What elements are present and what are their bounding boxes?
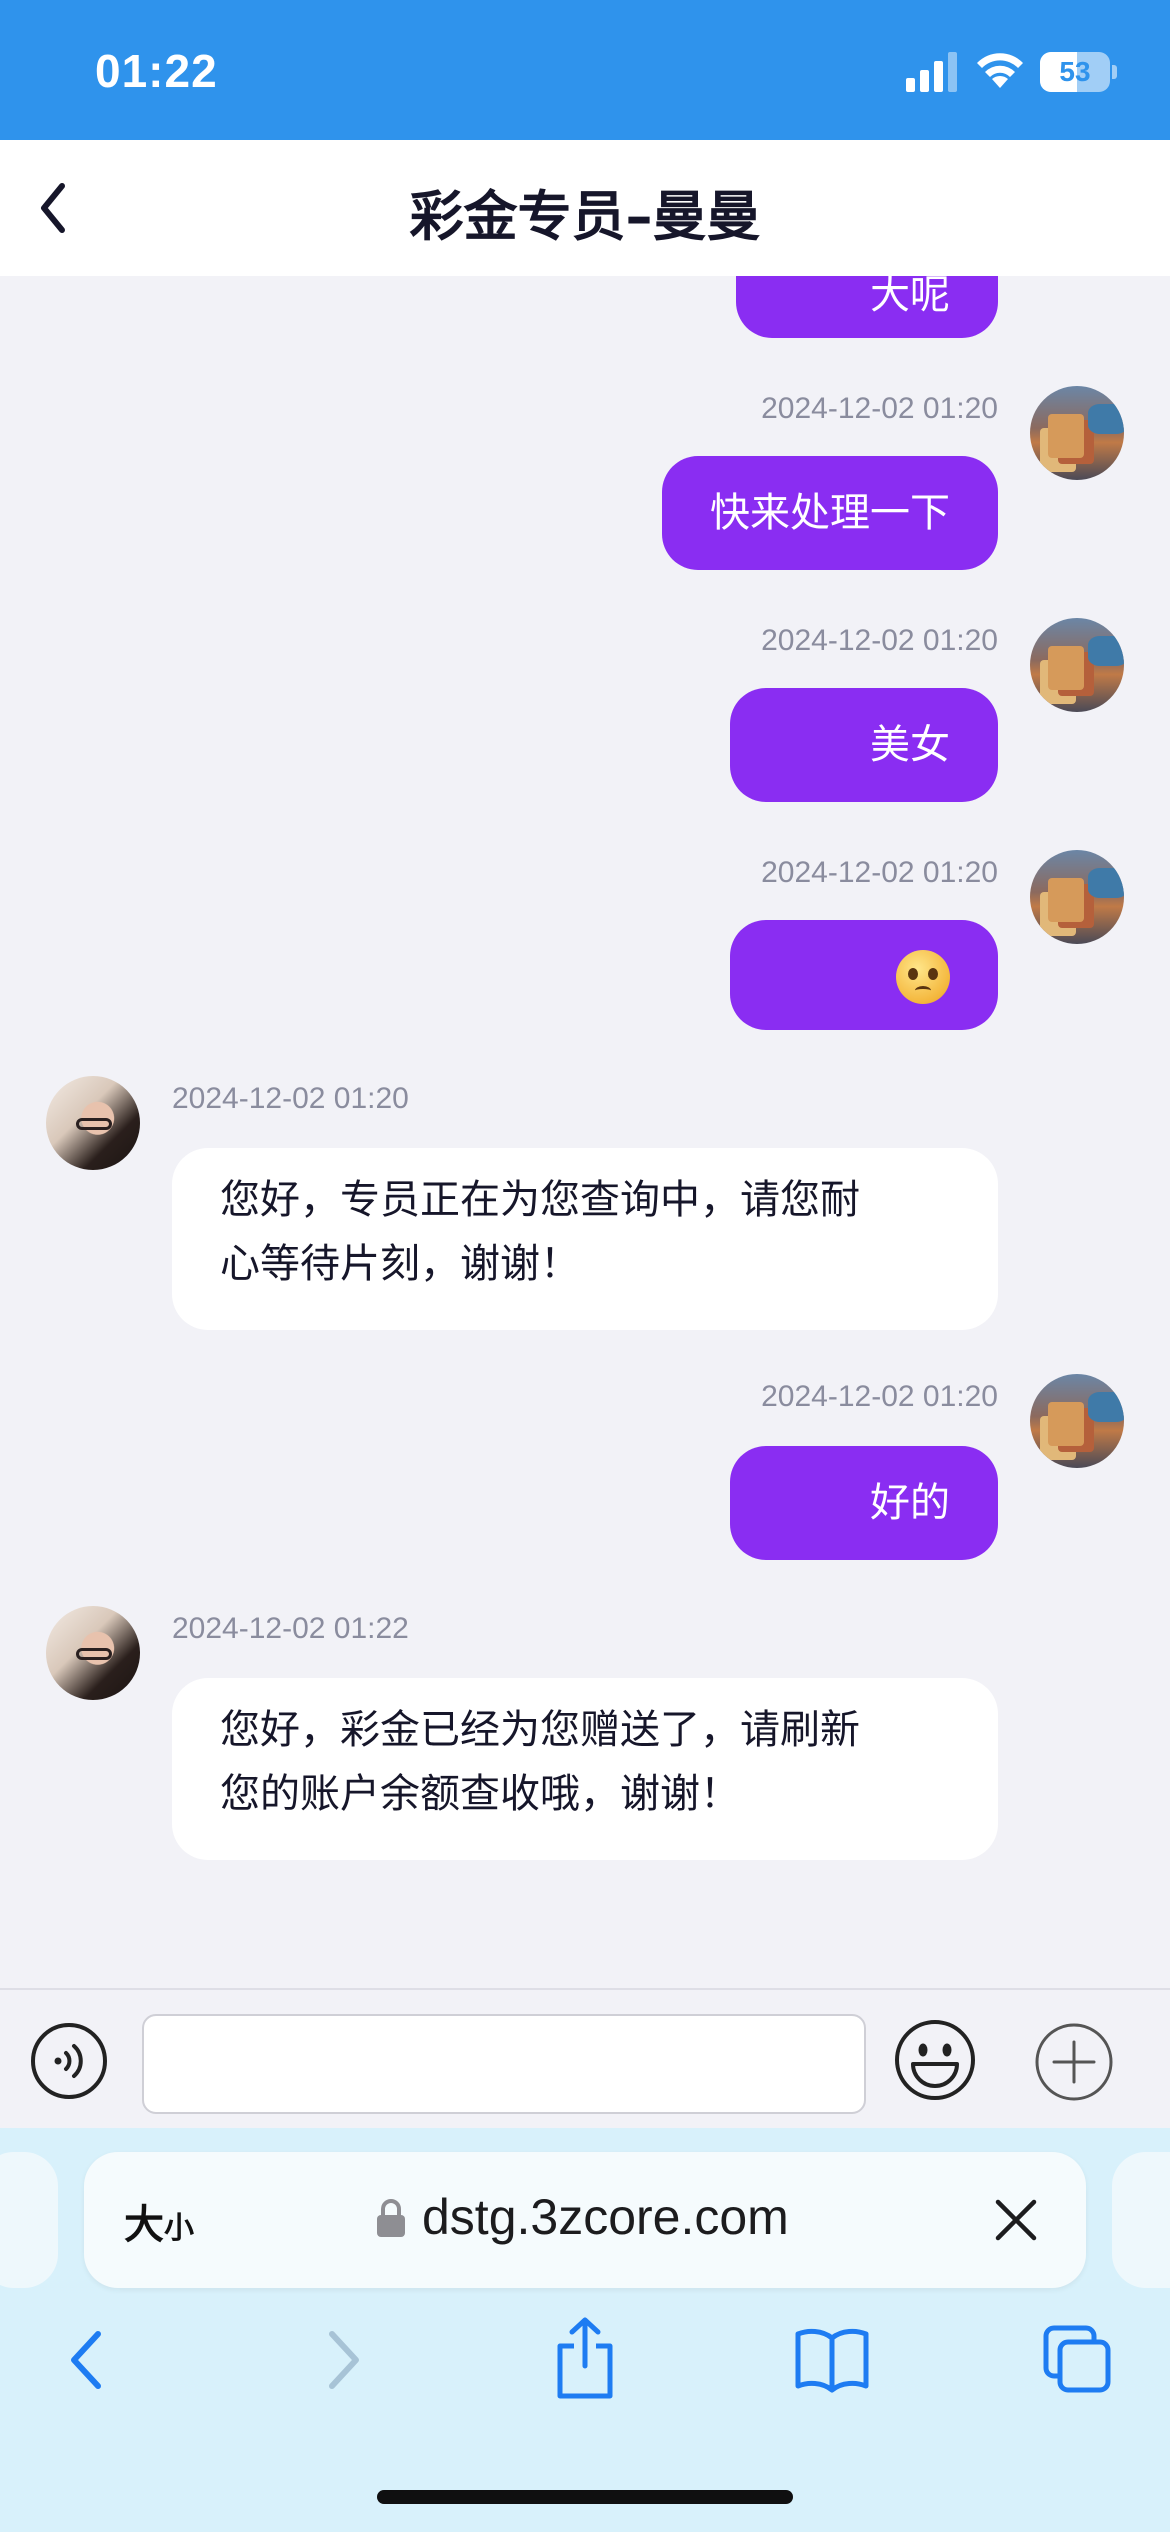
message-bubble-sent[interactable]: 好的 (730, 1446, 998, 1560)
message-text-line: 您好，专员正在为您查询中，请您耐 (220, 1177, 860, 1223)
message-timestamp: 2024-12-02 01:22 (172, 1612, 409, 1645)
message-text: 好的 (870, 1480, 950, 1526)
message-bubble-sent[interactable] (730, 920, 998, 1030)
message-text-line: 心等待片刻，谢谢！ (220, 1241, 580, 1287)
message-text-line: 您的账户余额查收哦，谢谢！ (220, 1771, 740, 1817)
message-list[interactable]: 大呢 2024-12-02 01:20 快来处理一下 2024-12-02 01… (0, 276, 1170, 1988)
adjacent-tab-left[interactable] (0, 2152, 58, 2288)
home-indicator (377, 2490, 793, 2504)
wifi-icon (977, 53, 1023, 88)
message-text: 大呢 (870, 276, 950, 318)
voice-icon[interactable] (30, 2022, 108, 2100)
close-icon[interactable] (994, 2198, 1038, 2242)
status-bar: 01:22 53 (0, 0, 1170, 140)
user-avatar[interactable] (1030, 1374, 1124, 1468)
browser-toolbar: 大小 dstg.3zcore.com (0, 2128, 1170, 2532)
chat-header: 彩金专员–曼曼 (0, 140, 1170, 276)
message-input-bar (0, 1988, 1170, 2128)
user-avatar[interactable] (1030, 618, 1124, 712)
message-bubble-received[interactable]: 您好，彩金已经为您赠送了，请刷新 您的账户余额查收哦，谢谢！ (172, 1678, 998, 1860)
message-input[interactable] (142, 2014, 866, 2114)
message-text-line: 您好，彩金已经为您赠送了，请刷新 (220, 1707, 860, 1753)
bookmarks-icon[interactable] (794, 2324, 870, 2396)
status-time: 01:22 (95, 45, 218, 97)
address-bar[interactable]: 大小 dstg.3zcore.com (84, 2152, 1086, 2288)
message-bubble-sent[interactable]: 快来处理一下 (662, 456, 998, 570)
tabs-icon[interactable] (1042, 2324, 1114, 2396)
user-avatar[interactable] (1030, 386, 1124, 480)
add-icon[interactable] (1034, 2022, 1114, 2102)
lock-icon (377, 2199, 405, 2237)
message-timestamp: 2024-12-02 01:20 (761, 392, 998, 425)
message-bubble-sent[interactable]: 大呢 (736, 276, 998, 338)
battery-icon: 53 (1040, 52, 1118, 92)
message-timestamp: 2024-12-02 01:20 (761, 1380, 998, 1413)
safari-forward-icon[interactable] (306, 2324, 376, 2396)
text-size-button[interactable]: 大小 (124, 2192, 194, 2250)
url-text: dstg.3zcore.com (422, 2189, 789, 2245)
page-title: 彩金专员–曼曼 (409, 185, 761, 248)
signal-icon (906, 52, 957, 92)
adjacent-tab-right[interactable] (1112, 2152, 1170, 2288)
message-bubble-received[interactable]: 您好，专员正在为您查询中，请您耐 心等待片刻，谢谢！ (172, 1148, 998, 1330)
battery-percent: 53 (1059, 56, 1091, 87)
share-icon[interactable] (550, 2316, 620, 2400)
safari-back-icon[interactable] (54, 2324, 124, 2396)
message-timestamp: 2024-12-02 01:20 (761, 856, 998, 889)
message-bubble-sent[interactable]: 美女 (730, 688, 998, 802)
pleading-face-emoji (896, 950, 950, 1004)
user-avatar[interactable] (1030, 850, 1124, 944)
emoji-icon[interactable] (893, 2018, 977, 2102)
message-timestamp: 2024-12-02 01:20 (172, 1082, 409, 1115)
message-text: 快来处理一下 (710, 490, 950, 536)
message-timestamp: 2024-12-02 01:20 (761, 624, 998, 657)
message-text: 美女 (870, 722, 950, 768)
agent-avatar[interactable] (46, 1076, 140, 1170)
agent-avatar[interactable] (46, 1606, 140, 1700)
